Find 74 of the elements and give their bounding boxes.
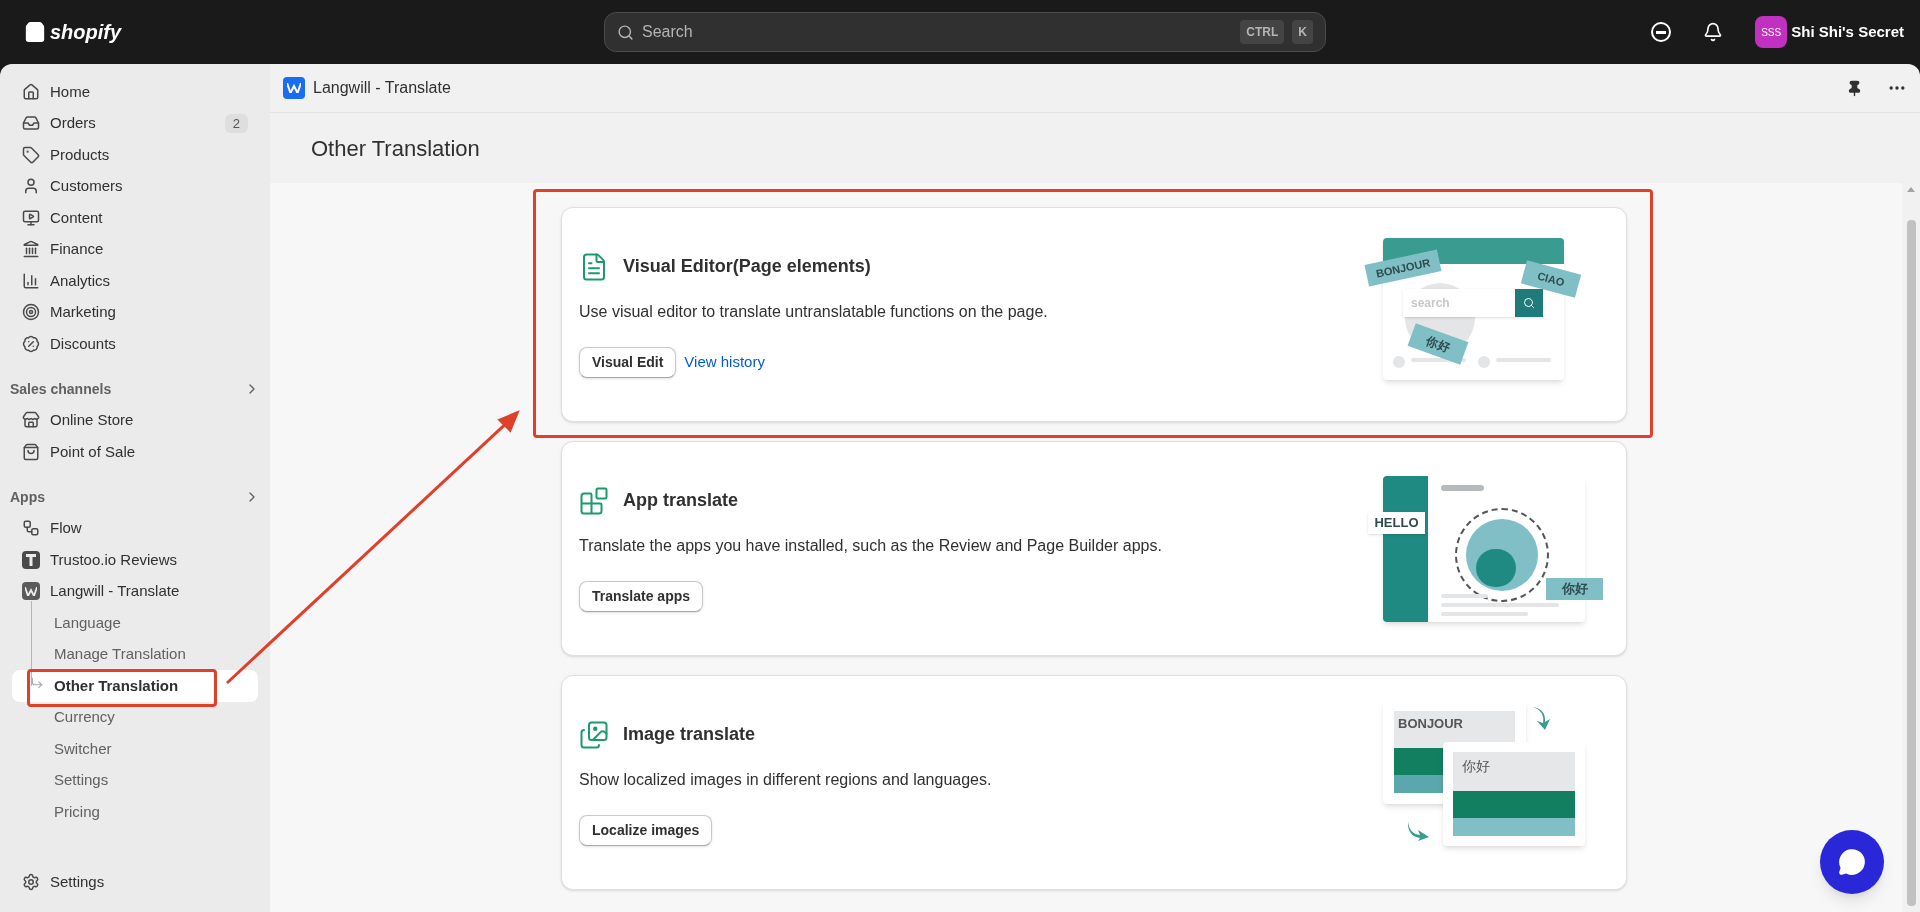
chat-bubble-icon <box>1838 848 1866 876</box>
sidebar-item[interactable]: Langwill - Translate <box>12 575 258 607</box>
sidebar-item[interactable]: Products <box>12 139 258 171</box>
target-icon <box>22 303 40 322</box>
sidebar-item[interactable]: Orders 2 <box>12 107 258 139</box>
store-name[interactable]: Shi Shi's Secret <box>1791 20 1904 44</box>
sidebar-item[interactable]: Discounts <box>12 328 258 360</box>
images-icon <box>579 719 609 750</box>
sidebar-subitem[interactable]: Settings <box>12 764 258 796</box>
sidebar-subitem[interactable]: Manage Translation <box>12 638 258 670</box>
inbox-icon <box>22 114 40 133</box>
sidebar-item[interactable]: Customers <box>12 170 258 202</box>
image-caption: 你好 <box>1462 757 1490 776</box>
shortcut-key: K <box>1292 20 1313 44</box>
section-heading: Sales channels <box>10 379 112 399</box>
store-avatar[interactable]: SSS <box>1755 16 1788 48</box>
notification-bell-icon[interactable] <box>1703 22 1724 42</box>
home-icon <box>22 82 40 101</box>
sidebar-subitem[interactable]: Currency <box>12 701 258 733</box>
scrollbar-thumb[interactable] <box>1906 220 1916 906</box>
app-title: Langwill - Translate <box>313 78 452 98</box>
sidebar-subitem[interactable]: Pricing <box>12 796 258 828</box>
action-button[interactable]: Localize images <box>579 814 713 846</box>
card-title: Visual Editor(Page elements) <box>623 255 871 278</box>
sidebar-item[interactable]: Content <box>12 202 258 234</box>
search-field[interactable]: Search CTRL K <box>604 12 1326 52</box>
card-title: App translate <box>623 489 739 512</box>
language-tag: HELLO <box>1368 512 1425 534</box>
image-caption: BONJOUR <box>1398 715 1463 733</box>
sidebar-item[interactable]: Flow <box>12 512 258 544</box>
section-heading: Apps <box>10 487 45 507</box>
card-description: Use visual editor to translate untranslatable functions on the page. <box>579 301 1049 322</box>
curved-arrow-icon <box>1531 705 1551 731</box>
sidebar-subitem[interactable]: Switcher <box>12 733 258 765</box>
tag-icon <box>22 145 40 164</box>
sidebar-item[interactable]: Trustoo.io Reviews <box>12 544 258 576</box>
app-logo-icon <box>22 582 40 601</box>
count-badge: 2 <box>224 113 248 133</box>
search-icon <box>617 23 634 41</box>
blocks-icon <box>579 485 609 516</box>
store-icon <box>22 411 40 430</box>
sidebar-item[interactable]: Home <box>12 76 258 108</box>
action-button[interactable]: Translate apps <box>579 580 704 612</box>
sidebar-item[interactable]: Finance <box>12 233 258 265</box>
sidebar-item[interactable]: Analytics <box>12 265 258 297</box>
sidebar-subitem[interactable]: Other Translation <box>12 670 258 702</box>
action-button[interactable]: Visual Edit <box>579 346 677 378</box>
sidebar-item[interactable]: Online Store <box>12 404 258 436</box>
sidebar-item[interactable]: Settings <box>12 866 258 898</box>
search-input[interactable]: Search <box>642 20 1233 44</box>
sidebar-subitem[interactable]: Language <box>12 607 258 639</box>
person-icon <box>22 177 40 196</box>
percent-badge-icon <box>22 334 40 353</box>
language-tag: 你好 <box>1546 578 1603 600</box>
monitor-icon <box>22 208 40 227</box>
card-title: Image translate <box>623 723 756 746</box>
sidebar-item[interactable]: Marketing <box>12 296 258 328</box>
shopping-bag-icon <box>22 442 40 461</box>
flow-icon <box>22 519 40 538</box>
shopping-bag-icon <box>24 20 46 44</box>
card-description: Translate the apps you have installed, such as the Review and Page Builder apps. <box>579 535 1163 556</box>
link[interactable]: View history <box>684 350 765 374</box>
shortcut-key: CTRL <box>1240 20 1285 44</box>
letter-t-icon <box>22 550 40 569</box>
page-title: Other Translation <box>311 134 480 163</box>
card-description: Show localized images in different regions and languages. <box>579 769 993 790</box>
sidebar-item[interactable]: Point of Sale <box>12 436 258 468</box>
pin-icon[interactable] <box>1846 79 1863 97</box>
bank-icon <box>22 240 40 259</box>
bar-chart-icon <box>22 271 40 290</box>
logo-text[interactable]: shopify <box>50 17 122 47</box>
branch-arrow-icon <box>30 676 44 690</box>
settings-icon <box>22 873 40 892</box>
app-logo-icon <box>283 77 305 99</box>
